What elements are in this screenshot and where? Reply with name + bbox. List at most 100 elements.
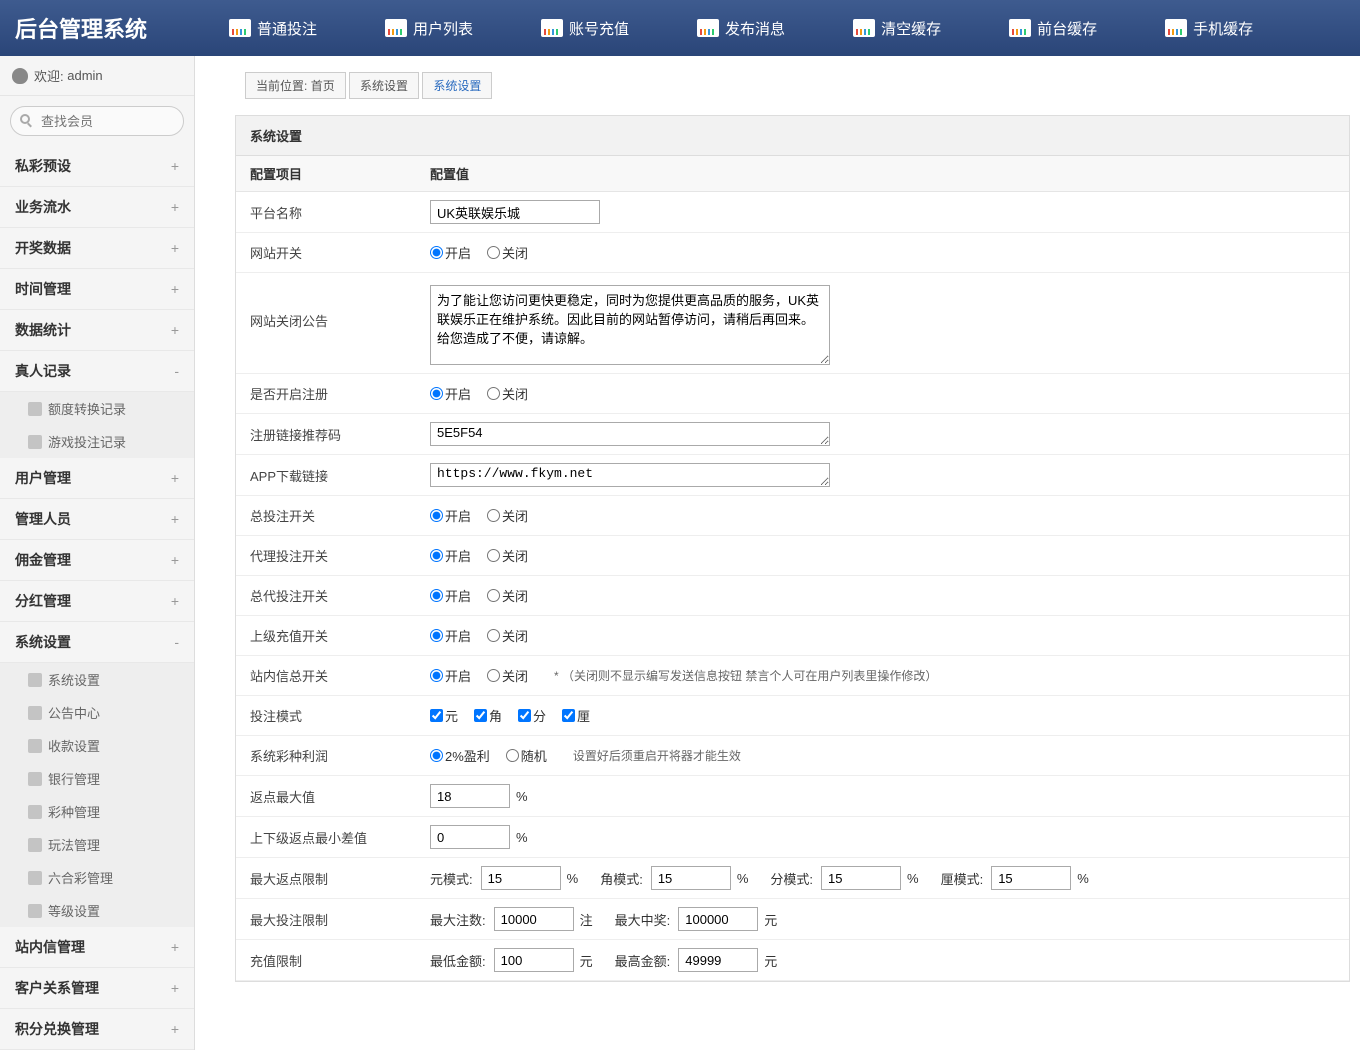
label-platform-name: 平台名称 [250, 203, 430, 222]
menu-item-icon [28, 706, 42, 720]
input-reg-code[interactable]: 5E5F54 [430, 422, 830, 446]
submenu-item-10-3[interactable]: 银行管理 [0, 762, 194, 795]
sidebar-item-label: 真人记录 [15, 361, 71, 381]
nav-clear-cache[interactable]: 清空缓存 [819, 0, 975, 56]
nav-label: 账号充值 [569, 18, 629, 39]
input-rebate-li[interactable] [991, 866, 1071, 890]
sidebar-item-2[interactable]: 开奖数据+ [0, 228, 194, 269]
textarea-close-notice[interactable]: 为了能让您访问更快更稳定，同时为您提供更高品质的服务，UK英联娱乐正在维护系统。… [430, 285, 830, 365]
radio-agentbet-on[interactable]: 开启 [430, 546, 471, 565]
breadcrumb-sys[interactable]: 系统设置 [349, 72, 419, 99]
input-min-amount[interactable] [494, 948, 574, 972]
sidebar-item-9[interactable]: 分红管理+ [0, 581, 194, 622]
nav-mobile-cache[interactable]: 手机缓存 [1131, 0, 1287, 56]
menu-item-icon [28, 904, 42, 918]
expand-icon: + [171, 552, 179, 568]
input-max-count[interactable] [494, 907, 574, 931]
submenu-item-10-4[interactable]: 彩种管理 [0, 795, 194, 828]
nav-front-cache[interactable]: 前台缓存 [975, 0, 1131, 56]
nav-user-list[interactable]: 用户列表 [351, 0, 507, 56]
submenu-item-10-2[interactable]: 收款设置 [0, 729, 194, 762]
sidebar-item-6[interactable]: 用户管理+ [0, 458, 194, 499]
col-label: 配置项目 [250, 164, 430, 183]
menu-item-icon [28, 435, 42, 449]
input-max-amount[interactable] [678, 948, 758, 972]
suffix-pct: % [737, 871, 749, 886]
radio-msg-on[interactable]: 开启 [430, 666, 471, 685]
nav-publish-msg[interactable]: 发布消息 [663, 0, 819, 56]
check-jiao[interactable]: 角 [474, 706, 502, 725]
hint-profit: 设置好后须重启开将器才能生效 [573, 747, 741, 764]
sidebar-item-10[interactable]: 系统设置- [0, 622, 194, 663]
input-rebate-yuan[interactable] [481, 866, 561, 890]
submenu-item-label: 彩种管理 [48, 802, 100, 821]
radio-superior-off[interactable]: 关闭 [487, 626, 528, 645]
check-fen[interactable]: 分 [518, 706, 546, 725]
input-platform-name[interactable] [430, 200, 600, 224]
sidebar-item-12[interactable]: 客户关系管理+ [0, 968, 194, 1009]
input-rebate-max[interactable] [430, 784, 510, 808]
radio-label: 开启 [445, 586, 471, 605]
chart-icon [697, 19, 719, 37]
radio-reg-on[interactable]: 开启 [430, 384, 471, 403]
nav-ordinary-bet[interactable]: 普通投注 [195, 0, 351, 56]
welcome-bar: 欢迎: admin [0, 56, 194, 96]
panel-subheader: 配置项目 配置值 [236, 156, 1349, 192]
input-max-win[interactable] [678, 907, 758, 931]
submenu-item-label: 额度转换记录 [48, 399, 126, 418]
expand-icon: + [171, 939, 179, 955]
submenu-item-10-7[interactable]: 等级设置 [0, 894, 194, 927]
radio-site-on[interactable]: 开启 [430, 243, 471, 262]
radio-totalagent-on[interactable]: 开启 [430, 586, 471, 605]
radio-totalbet-on[interactable]: 开启 [430, 506, 471, 525]
nav-recharge[interactable]: 账号充值 [507, 0, 663, 56]
submenu-item-10-5[interactable]: 玩法管理 [0, 828, 194, 861]
sidebar-item-5[interactable]: 真人记录- [0, 351, 194, 392]
check-yuan[interactable]: 元 [430, 706, 458, 725]
suffix-yuan: 元 [764, 910, 777, 929]
label-app-download: APP下载链接 [250, 466, 430, 485]
radio-reg-off[interactable]: 关闭 [487, 384, 528, 403]
submenu-item-5-0[interactable]: 额度转换记录 [0, 392, 194, 425]
radio-agentbet-off[interactable]: 关闭 [487, 546, 528, 565]
radio-totalbet-off[interactable]: 关闭 [487, 506, 528, 525]
input-rebate-jiao[interactable] [651, 866, 731, 890]
radio-label: 随机 [521, 746, 547, 765]
radio-msg-off[interactable]: 关闭 [487, 666, 528, 685]
sidebar-item-7[interactable]: 管理人员 + [0, 499, 194, 540]
sidebar-item-3[interactable]: 时间管理+ [0, 269, 194, 310]
submenu-item-label: 游戏投注记录 [48, 432, 126, 451]
submenu-item-5-1[interactable]: 游戏投注记录 [0, 425, 194, 458]
check-li[interactable]: 厘 [562, 706, 590, 725]
sidebar-item-13[interactable]: 积分兑换管理+ [0, 1009, 194, 1050]
input-app-download[interactable]: https://www.fkym.net [430, 463, 830, 487]
sidebar-item-0[interactable]: 私彩预设+ [0, 146, 194, 187]
input-rebate-fen[interactable] [821, 866, 901, 890]
sidebar-item-4[interactable]: 数据统计+ [0, 310, 194, 351]
label-rebate-limit: 最大返点限制 [250, 869, 430, 888]
expand-icon: + [171, 511, 179, 527]
radio-profit-random[interactable]: 随机 [506, 746, 547, 765]
menu-item-icon [28, 739, 42, 753]
submenu-item-10-0[interactable]: 系统设置 [0, 663, 194, 696]
submenu-item-label: 等级设置 [48, 901, 100, 920]
radio-label: 开启 [445, 666, 471, 685]
radio-profit-2pct[interactable]: 2%盈利 [430, 746, 490, 765]
sidebar: 欢迎: admin 私彩预设+业务流水+开奖数据+时间管理+数据统计+真人记录-… [0, 56, 195, 1050]
input-rebate-diff[interactable] [430, 825, 510, 849]
sidebar-item-8[interactable]: 佣金管理+ [0, 540, 194, 581]
expand-icon: + [171, 281, 179, 297]
radio-label: 关闭 [502, 384, 528, 403]
search-input[interactable] [10, 106, 184, 136]
submenu-item-10-1[interactable]: 公告中心 [0, 696, 194, 729]
breadcrumb-current: 系统设置 [422, 72, 492, 99]
radio-totalagent-off[interactable]: 关闭 [487, 586, 528, 605]
radio-site-off[interactable]: 关闭 [487, 243, 528, 262]
sidebar-item-11[interactable]: 站内信管理+ [0, 927, 194, 968]
breadcrumb-home[interactable]: 当前位置: 首页 [245, 72, 346, 99]
radio-superior-on[interactable]: 开启 [430, 626, 471, 645]
sidebar-item-label: 管理人员 [15, 509, 71, 529]
sidebar-item-1[interactable]: 业务流水+ [0, 187, 194, 228]
collapse-icon: - [174, 634, 179, 650]
submenu-item-10-6[interactable]: 六合彩管理 [0, 861, 194, 894]
